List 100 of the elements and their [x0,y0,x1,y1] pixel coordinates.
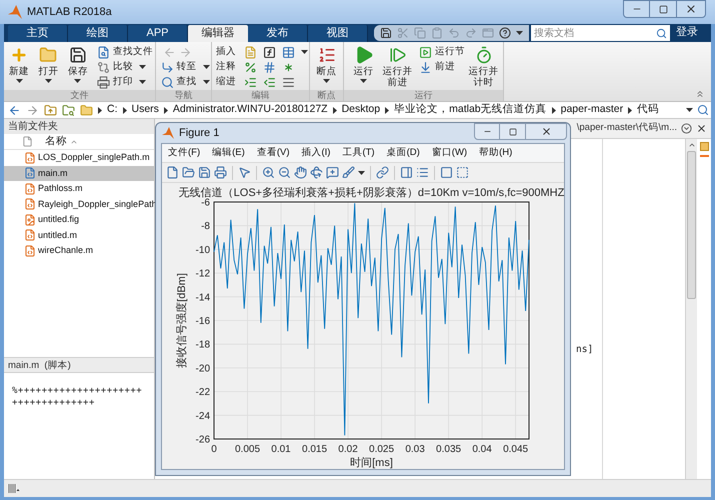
caret-icon [138,65,146,69]
colorbar-icon[interactable] [400,166,413,179]
ribbon-button[interactable]: 保存 [64,44,91,83]
ribbon-button[interactable]: 缩进 [216,74,238,90]
ribbon-button[interactable]: 查找文件 [96,45,153,59]
new-file-icon[interactable] [166,166,179,179]
script-file-icon [24,198,36,210]
ribbon-button[interactable]: 查找 [160,75,210,89]
brush-icon[interactable] [342,166,355,179]
file-name: Pathloss.m [38,182,83,195]
ribbon-tab[interactable]: 绘图 [68,25,128,42]
path-segment[interactable]: C: [107,102,118,118]
dropdown-icon[interactable] [681,123,692,134]
figure-file-icon [24,214,36,226]
folder-search-icon[interactable] [62,104,75,116]
ribbon-button[interactable]: 运行并计时 [468,44,499,88]
pointer-icon[interactable] [238,166,251,179]
menu-item[interactable]: 帮助(H) [479,146,512,160]
ribbon-button[interactable]: 运行 [348,44,379,83]
path-segment[interactable]: Administrator.WIN7U-20180127Z [172,102,328,118]
ribbon-button[interactable]: 插入 [216,44,238,60]
folder-icon[interactable] [182,166,195,179]
ribbon-button[interactable]: 转至 [160,60,210,74]
maximize-button[interactable] [650,0,676,18]
scroll-up-icon[interactable] [688,141,696,149]
caret-icon [16,79,23,83]
ribbon-button[interactable]: 注释 [216,60,238,74]
ribbon-button[interactable]: 比较 [96,60,153,74]
menu-item[interactable]: 查看(V) [256,146,290,160]
menu-item[interactable]: 文件(F) [168,146,200,160]
ribbon-button[interactable]: 打印 [96,75,153,89]
axis-label: 时间[ms] [350,457,393,469]
file-row[interactable]: untitled.fig [4,212,154,228]
scrollbar[interactable] [685,139,697,479]
ribbon-button[interactable]: 运行并前进 [382,44,413,88]
hand-icon[interactable] [294,166,307,179]
file-row[interactable]: wireChanle.m [4,243,154,258]
data-tip-icon[interactable] [326,166,339,179]
help-icon[interactable] [499,27,511,39]
chevron-right-icon [332,106,337,114]
zoom-out-icon[interactable] [278,166,291,179]
ribbon-button[interactable]: 前进 [419,60,465,74]
warning-marker [700,155,708,157]
close-button[interactable] [525,123,567,140]
caret-icon[interactable] [301,50,308,54]
menu-item[interactable]: 编辑(E) [212,146,245,160]
back-arrow-icon[interactable] [8,104,21,116]
clipboard-icon[interactable] [431,27,443,39]
ribbon-button[interactable]: 打开 [35,44,62,83]
ribbon-tab[interactable]: APP [128,25,188,42]
ribbon-tab[interactable]: 主页 [8,25,68,42]
caret-icon [44,79,52,83]
panel-icon[interactable] [456,166,469,179]
menu-item[interactable]: 插入(I) [301,146,330,160]
tick-label: -12 [196,268,210,280]
caret-icon [360,79,367,83]
floppy-icon[interactable] [198,166,211,179]
plot-title: 无线信道（LOS+多径瑞利衰落+损耗+阴影衰落）d=10Km v=10m/s,fc=900MHZ [178,187,564,199]
collapse-icon[interactable] [695,89,705,99]
file-row[interactable]: Pathloss.m [4,181,154,196]
link-icon[interactable] [376,166,389,179]
ribbon-button[interactable]: 运行节 [419,45,465,59]
ribbon-tab[interactable]: 编辑器 [188,25,248,42]
path-segment[interactable]: 毕业论文，matlab无线信道仿真 [394,102,547,118]
scrollbar-thumb[interactable] [687,151,696,299]
square-icon[interactable] [440,166,453,179]
path-segment[interactable]: Users [132,102,159,118]
rotate-icon[interactable] [310,166,323,179]
path-segment[interactable]: Desktop [342,102,380,118]
file-name: main.m [38,166,68,180]
file-row[interactable]: main.m [4,166,154,181]
menu-item[interactable]: 窗口(W) [432,146,468,160]
status-bar-icon[interactable] [8,484,20,493]
close-icon[interactable] [696,123,707,134]
legend-icon[interactable] [416,166,429,179]
ribbon-button[interactable]: 新建 [6,44,32,83]
ribbon-button[interactable]: 断点 [312,44,341,83]
sign-in-link[interactable]: 登录 [676,24,698,40]
minimize-button[interactable] [474,123,500,140]
ribbon-tab[interactable]: 发布 [248,25,308,42]
path-segment[interactable]: paper-master [560,102,624,118]
path-segment[interactable]: 代码 [637,102,660,118]
menu-item[interactable]: 工具(T) [342,146,375,160]
floppy-icon[interactable] [380,27,392,39]
file-row[interactable]: untitled.m [4,228,154,243]
search-icon[interactable] [697,104,709,116]
file-row[interactable]: LOS_Doppler_singlePath.m [4,150,154,166]
file-row[interactable]: Rayleigh_Doppler_singlePath [4,196,154,212]
tick-label: -6 [201,198,210,208]
caret-icon [138,80,146,84]
menu-item[interactable]: 桌面(D) [386,146,420,160]
printer-icon[interactable] [214,166,227,179]
close-button[interactable] [676,0,706,18]
ribbon-tab[interactable]: 视图 [308,25,368,42]
zoom-in-icon[interactable] [262,166,275,179]
play-square-icon [419,46,432,58]
folder-up-icon[interactable] [44,104,57,116]
forward-arrow-icon[interactable] [26,104,39,116]
maximize-button[interactable] [500,123,525,140]
tick-label: 0.015 [302,444,328,455]
